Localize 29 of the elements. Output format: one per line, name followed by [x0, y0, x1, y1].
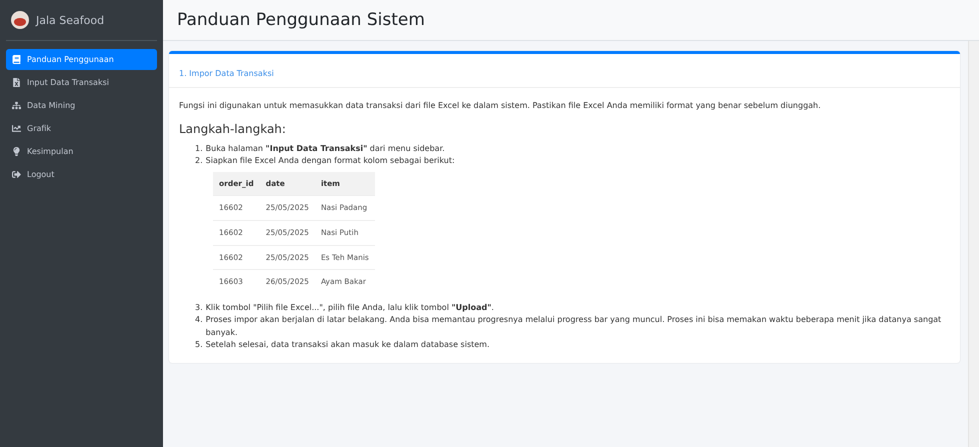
step-number: 1.	[195, 142, 203, 155]
logo-icon	[10, 10, 30, 30]
scrollbar[interactable]	[968, 41, 979, 447]
nav-item[interactable]: Data Mining	[6, 95, 157, 116]
nav-item[interactable]: Kesimpulan	[6, 141, 157, 162]
step-text: Buka halaman "Input Data Transaksi" dari menu sidebar.	[206, 142, 445, 155]
intro-text: Fungsi ini digunakan untuk memasukkan data transaksi dari file Excel ke dalam sistem. Pastikan file Excel Anda memiliki format yang benar sebelum diunggah.	[179, 100, 822, 112]
chart-icon	[12, 124, 21, 133]
card-title: 1. Impor Data Transaksi	[179, 69, 274, 78]
nav-item[interactable]: Logout	[6, 164, 157, 185]
book-icon	[12, 55, 21, 64]
step-number: 2.	[195, 155, 203, 168]
steps-heading: Langkah-langkah:	[179, 121, 287, 138]
logout-icon	[12, 170, 21, 179]
step-number: 4.	[195, 314, 203, 326]
step-text: Proses impor akan berjalan di latar belakang. Anda bisa memantau progresnya melalui progress bar yang muncul. Proses ini bisa memakan waktu beberapa menit jika datanya sangat banyak.	[206, 314, 942, 339]
network-icon	[12, 101, 21, 110]
step-text: Setelah selesai, data transaksi akan masuk ke dalam database sistem.	[206, 339, 490, 352]
nav-item[interactable]: Panduan Penggunaan	[6, 49, 157, 70]
step-text: Klik tombol "Pilih file Excel...", pilih file Anda, lalu klik tombol "Upload".	[206, 302, 494, 314]
nav-item[interactable]: Grafik	[6, 118, 157, 139]
page-title: Panduan Penggunaan Sistem	[177, 10, 426, 30]
step-number: 3.	[195, 302, 203, 314]
brand-name: Jala Seafood	[36, 14, 104, 26]
lightbulb-icon	[12, 147, 21, 156]
step-number: 5.	[195, 339, 203, 352]
nav-item[interactable]: Input Data Transaksi	[6, 72, 157, 93]
file-icon	[12, 78, 21, 87]
step-text: Siapkan file Excel Anda dengan format kolom sebagai berikut:	[206, 155, 455, 168]
